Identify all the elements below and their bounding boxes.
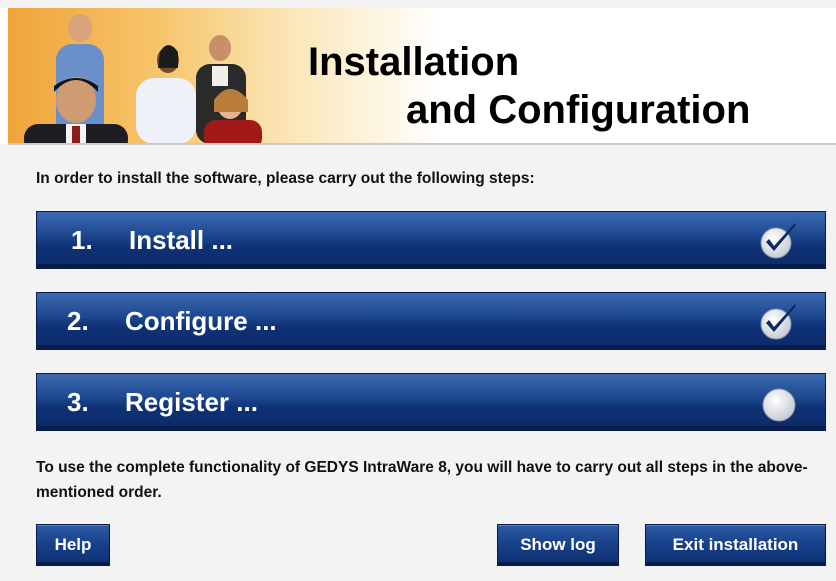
exit-installation-button[interactable]: Exit installation — [645, 524, 826, 566]
divider — [8, 143, 836, 145]
team-photo — [24, 14, 262, 144]
page-title-line2: and Configuration — [406, 88, 751, 132]
header-edge — [0, 8, 8, 144]
step-register-button[interactable]: 3. Register ... — [36, 373, 826, 431]
show-log-button[interactable]: Show log — [497, 524, 619, 566]
checkmark-icon — [760, 223, 796, 259]
page-title-line1: Installation — [308, 40, 520, 84]
instruction-text: To use the complete functionality of GED… — [36, 459, 808, 501]
step-install-button[interactable]: 1. Install ... — [36, 211, 826, 269]
step-number: 2. — [67, 306, 89, 336]
checkmark-icon — [760, 304, 796, 340]
empty-circle-icon — [762, 388, 796, 422]
step-number: 1. — [71, 225, 93, 255]
installer-window: Installation and Configuration In order … — [0, 0, 836, 581]
help-button[interactable]: Help — [36, 524, 110, 566]
step-label: Install ... — [129, 225, 234, 255]
step-label: Register ... — [125, 387, 258, 417]
step-configure-button[interactable]: 2. Configure ... — [36, 292, 826, 350]
step-label: Configure ... — [125, 306, 277, 336]
step-number: 3. — [67, 387, 89, 417]
intro-text: In order to install the software, please… — [36, 170, 535, 187]
header-banner: Installation and Configuration — [8, 8, 836, 144]
